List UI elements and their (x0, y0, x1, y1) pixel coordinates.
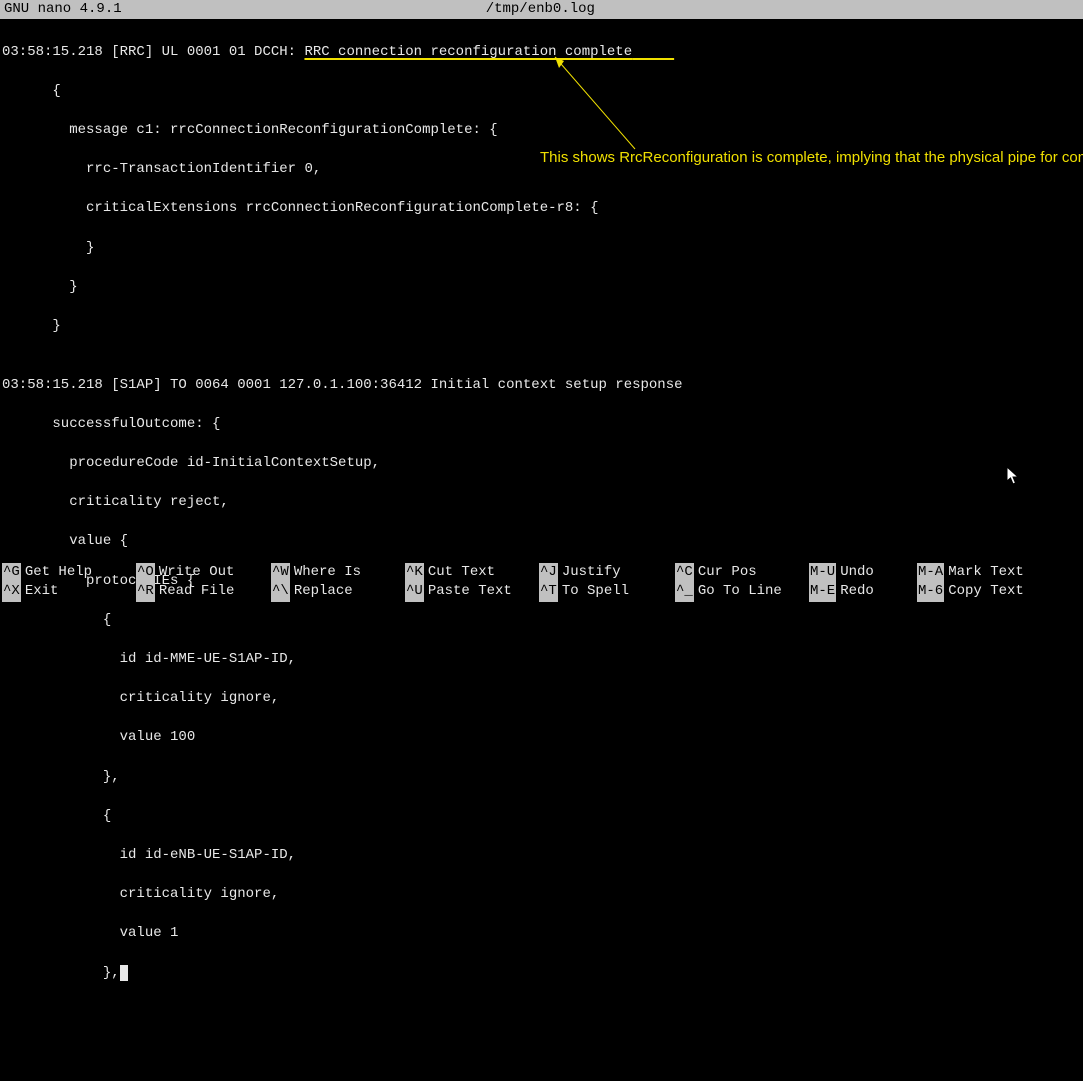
shortcut-label: Get Help (21, 563, 92, 583)
shortcut-key: ^W (271, 563, 290, 583)
log-line: criticality reject, (2, 493, 1081, 513)
shortcut-item[interactable]: ^_Go To Line (675, 582, 809, 602)
shortcut-item[interactable]: ^XExit (2, 582, 136, 602)
shortcut-label: Write Out (155, 563, 235, 583)
shortcut-item[interactable]: M-ERedo (809, 582, 917, 602)
shortcut-key: ^O (136, 563, 155, 583)
shortcut-item[interactable]: M-6Copy Text (917, 582, 1037, 602)
shortcut-label: Justify (558, 563, 621, 583)
log-line: value { (2, 532, 1081, 552)
text-cursor (120, 965, 128, 981)
log-line: id id-eNB-UE-S1AP-ID, (2, 846, 1081, 866)
shortcut-label: Read File (155, 582, 235, 602)
annotation-text: This shows RrcReconfiguration is complet… (540, 149, 960, 168)
log-line: }, (2, 964, 1081, 984)
log-line: value 100 (2, 728, 1081, 748)
shortcut-row-2: ^XExit^RRead File^\Replace^UPaste Text^T… (2, 582, 1081, 602)
log-line: 03:58:15.218 [RRC] UL 0001 01 DCCH: RRC … (2, 43, 1081, 63)
highlighted-text: RRC connection reconfiguration complete (304, 44, 632, 60)
shortcut-key: ^T (539, 582, 558, 602)
log-line: } (2, 278, 1081, 298)
shortcut-item[interactable]: ^KCut Text (405, 563, 539, 583)
shortcut-key: M-U (809, 563, 836, 583)
shortcut-item[interactable]: M-UUndo (809, 563, 917, 583)
log-line: message c1: rrcConnectionReconfiguration… (2, 121, 1081, 141)
log-line: criticalExtensions rrcConnectionReconfig… (2, 199, 1081, 219)
log-line: 03:58:15.218 [S1AP] TO 0064 0001 127.0.1… (2, 376, 1081, 396)
log-line: criticality ignore, (2, 885, 1081, 905)
editor-content[interactable]: 03:58:15.218 [RRC] UL 0001 01 DCCH: RRC … (0, 19, 1083, 1081)
log-line: procedureCode id-InitialContextSetup, (2, 454, 1081, 474)
shortcut-item[interactable]: M-AMark Text (917, 563, 1037, 583)
shortcut-key: M-6 (917, 582, 944, 602)
shortcut-label: Paste Text (424, 582, 512, 602)
log-line: successfulOutcome: { (2, 415, 1081, 435)
file-path: /tmp/enb0.log (122, 0, 959, 19)
shortcut-label: Cut Text (424, 563, 495, 583)
shortcut-item[interactable]: ^GGet Help (2, 563, 136, 583)
titlebar: GNU nano 4.9.1 /tmp/enb0.log (0, 0, 1083, 19)
shortcut-key: ^C (675, 563, 694, 583)
shortcut-key: M-E (809, 582, 836, 602)
shortcut-row-1: ^GGet Help^OWrite Out^WWhere Is^KCut Tex… (2, 563, 1081, 583)
shortcut-label: Redo (836, 582, 874, 602)
shortcut-label: Copy Text (944, 582, 1024, 602)
log-line: { (2, 82, 1081, 102)
shortcut-item[interactable]: ^CCur Pos (675, 563, 809, 583)
shortcut-label: Undo (836, 563, 874, 583)
shortcut-key: M-A (917, 563, 944, 583)
log-line: } (2, 317, 1081, 337)
shortcut-key: ^_ (675, 582, 694, 602)
log-line: { (2, 807, 1081, 827)
shortcut-item[interactable]: ^WWhere Is (271, 563, 405, 583)
shortcut-label: Cur Pos (694, 563, 757, 583)
shortcut-label: Replace (290, 582, 353, 602)
shortcut-item[interactable]: ^RRead File (136, 582, 271, 602)
log-line: value 1 (2, 924, 1081, 944)
shortcut-item[interactable]: ^OWrite Out (136, 563, 271, 583)
shortcut-item[interactable]: ^TTo Spell (539, 582, 675, 602)
shortcut-label: Go To Line (694, 582, 782, 602)
shortcut-item[interactable]: ^UPaste Text (405, 582, 539, 602)
annotation-arrow (540, 49, 660, 159)
shortcut-key: ^U (405, 582, 424, 602)
shortcut-key: ^J (539, 563, 558, 583)
shortcut-item[interactable]: ^JJustify (539, 563, 675, 583)
shortcut-bar: ^GGet Help^OWrite Out^WWhere Is^KCut Tex… (0, 563, 1083, 604)
shortcut-label: Mark Text (944, 563, 1024, 583)
shortcut-key: ^K (405, 563, 424, 583)
shortcut-key: ^G (2, 563, 21, 583)
log-line: criticality ignore, (2, 689, 1081, 709)
log-line: }, (2, 768, 1081, 788)
shortcut-label: Where Is (290, 563, 361, 583)
shortcut-label: To Spell (558, 582, 629, 602)
log-line: id id-MME-UE-S1AP-ID, (2, 650, 1081, 670)
shortcut-key: ^\ (271, 582, 290, 602)
shortcut-item[interactable]: ^\Replace (271, 582, 405, 602)
log-line: } (2, 239, 1081, 259)
log-line: { (2, 611, 1081, 631)
shortcut-key: ^R (136, 582, 155, 602)
shortcut-label: Exit (21, 582, 59, 602)
shortcut-key: ^X (2, 582, 21, 602)
app-version: GNU nano 4.9.1 (4, 0, 122, 19)
